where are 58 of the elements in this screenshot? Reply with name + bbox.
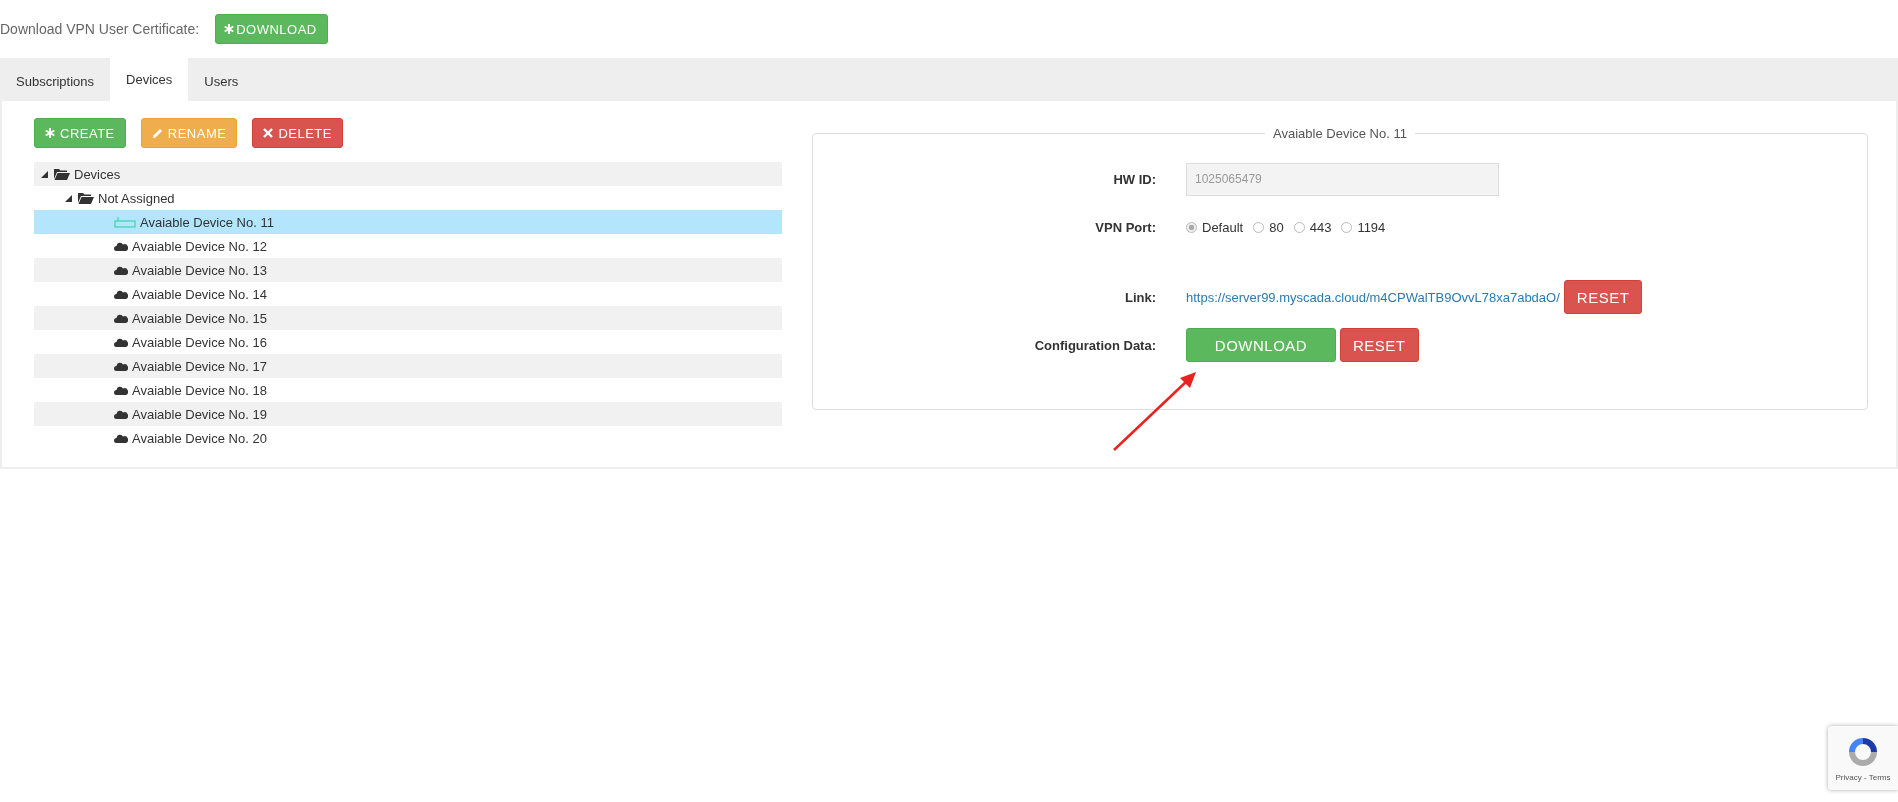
tab[interactable]: Subscriptions — [0, 61, 111, 101]
tree-item-label: Devices — [74, 166, 121, 182]
radio-button[interactable] — [1253, 221, 1265, 233]
tree-item-label: Avaiable Device No. 19 — [132, 406, 267, 422]
delete-button[interactable]: DELETE — [252, 118, 343, 148]
recaptcha-links[interactable]: Privacy - Terms — [1835, 772, 1891, 782]
tree-item-label: Avaiable Device No. 20 — [132, 430, 267, 446]
tree-row[interactable]: Avaiable Device No. 13 — [34, 258, 782, 282]
tree-row[interactable]: Avaiable Device No. 15 — [34, 306, 782, 330]
certificate-label: Download VPN User Certificate: — [0, 21, 200, 37]
tree-item-label: Avaiable Device No. 14 — [132, 286, 267, 302]
asterisk-icon — [224, 24, 235, 34]
cloud-icon — [114, 337, 128, 347]
folder-icon — [54, 168, 70, 180]
cloud-icon — [114, 433, 128, 443]
cloud-icon — [114, 265, 128, 275]
cloud-icon — [114, 409, 128, 419]
tree-item-label: Avaiable Device No. 15 — [132, 310, 267, 326]
expand-caret-icon[interactable] — [40, 170, 48, 178]
tree-item-label: Avaiable Device No. 12 — [132, 238, 267, 254]
close-icon — [263, 128, 274, 138]
radio-button[interactable] — [1186, 221, 1197, 233]
reset-button[interactable]: RESET — [1340, 328, 1419, 362]
radio-label: 1194 — [1357, 219, 1386, 235]
asterisk-icon — [45, 128, 55, 138]
cloud-icon — [114, 361, 128, 371]
cloud-icon — [114, 289, 128, 299]
radio-button[interactable] — [1341, 221, 1353, 233]
reset-button[interactable]: RESET — [1563, 280, 1643, 314]
tree-item-label: Avaiable Device No. 11 — [140, 214, 274, 230]
tab[interactable]: Users — [188, 61, 255, 101]
radio-label: 80 — [1269, 219, 1284, 235]
cloud-icon — [114, 313, 128, 323]
tree-row[interactable]: Devices — [34, 162, 782, 186]
field-label: Configuration Data: — [1034, 337, 1156, 353]
tree-item-label: Not Assigned — [98, 190, 175, 206]
field-label: HW ID: — [1113, 171, 1156, 187]
radio-button[interactable] — [1293, 221, 1305, 233]
tree-item-label: Avaiable Device No. 16 — [132, 334, 267, 350]
router-icon — [114, 216, 136, 228]
device-link[interactable]: https://server99.myscada.cloud/m4CPWalTB9OvvL78xa7abdaO/ — [1186, 289, 1560, 305]
field-label: VPN Port: — [1095, 219, 1156, 235]
expand-caret-icon[interactable] — [64, 194, 72, 202]
tree-row[interactable]: Avaiable Device No. 17 — [34, 354, 782, 378]
tree-item-label: Avaiable Device No. 17 — [132, 358, 267, 374]
folder-icon — [78, 192, 94, 204]
panel-title: Avaiable Device No. 11 — [1272, 126, 1408, 141]
radio-label: Default — [1202, 219, 1244, 235]
tree-row[interactable]: Avaiable Device No. 19 — [34, 402, 782, 426]
pencil-icon — [151, 127, 163, 139]
radio-label: 443 — [1309, 219, 1332, 235]
cloud-icon — [114, 241, 128, 251]
tab[interactable]: Devices — [110, 58, 189, 101]
tree-row[interactable]: Avaiable Device No. 11 — [34, 210, 782, 234]
field-label: Link: — [1124, 289, 1156, 305]
tree-item-label: Avaiable Device No. 18 — [132, 382, 267, 398]
cloud-icon — [114, 385, 128, 395]
tree-item-label: Avaiable Device No. 13 — [132, 262, 267, 278]
